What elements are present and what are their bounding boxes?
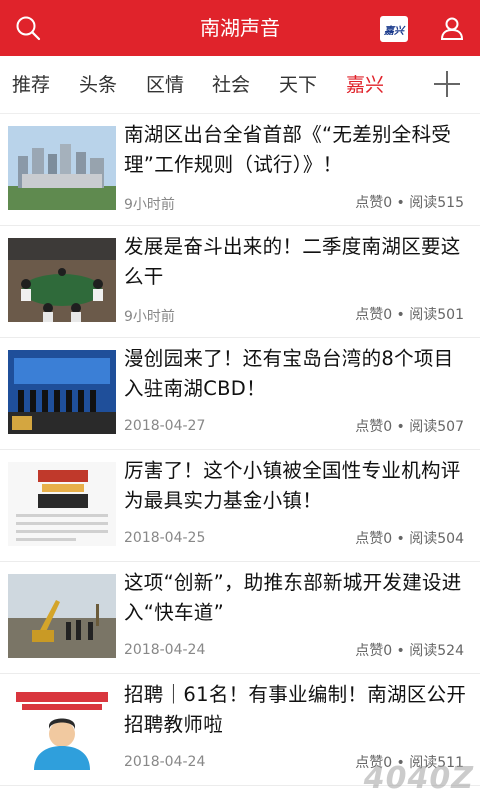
article-stats: 点赞0 • 阅读504 [355, 531, 464, 547]
article-item[interactable]: 发展是奋斗出来的！二季度南湖区要这么干 9小时前 点赞0 • 阅读501 [0, 226, 480, 338]
article-title: 南湖区出台全省首部《“无差别全科受理”工作规则（试行）》！ [124, 123, 452, 176]
tab-district[interactable]: 区情 [146, 56, 184, 114]
tab-society[interactable]: 社会 [212, 56, 250, 114]
article-title: 招聘｜61名！有事业编制！南湖区公开招聘教师啦 [124, 683, 467, 736]
article-stats: 点赞0 • 阅读501 [355, 307, 464, 323]
article-title: 这项“创新”，助推东部新城开发建设进入“快车道” [124, 571, 462, 624]
article-time: 2018-04-27 [124, 418, 206, 434]
article-title: 厉害了！这个小镇被全国性专业机构评为最具实力基金小镇！ [124, 459, 461, 512]
tab-headlines[interactable]: 头条 [79, 56, 117, 114]
article-stats: 点赞0 • 阅读507 [355, 419, 464, 435]
article-item[interactable]: 厉害了！这个小镇被全国性专业机构评为最具实力基金小镇！ 2018-04-25 点… [0, 450, 480, 562]
city-logo: 嘉兴 [384, 25, 404, 37]
article-time: 9小时前 [124, 197, 175, 213]
article-time: 9小时前 [124, 309, 175, 325]
profile-button[interactable] [436, 12, 468, 44]
article-thumbnail [8, 686, 116, 770]
tab-world[interactable]: 天下 [279, 56, 317, 114]
article-title: 发展是奋斗出来的！二季度南湖区要这么干 [124, 235, 461, 288]
article-thumbnail [8, 126, 116, 210]
article-time: 2018-04-24 [124, 754, 206, 770]
article-title: 漫创园来了！还有宝岛台湾的8个项目入驻南湖CBD！ [124, 347, 454, 400]
article-stats: 点赞0 • 阅读524 [355, 643, 464, 659]
add-tab-icon[interactable] [432, 69, 462, 99]
article-thumbnail [8, 462, 116, 546]
article-thumbnail [8, 574, 116, 658]
city-logo-button[interactable]: 嘉兴 [380, 16, 408, 42]
app-title: 南湖声音 [200, 16, 280, 40]
article-stats: 点赞0 • 阅读515 [355, 195, 464, 211]
article-item[interactable]: 这项“创新”，助推东部新城开发建设进入“快车道” 2018-04-24 点赞0 … [0, 562, 480, 674]
article-item[interactable]: 漫创园来了！还有宝岛台湾的8个项目入驻南湖CBD！ 2018-04-27 点赞0… [0, 338, 480, 450]
article-time: 2018-04-25 [124, 530, 206, 546]
tab-recommend[interactable]: 推荐 [12, 56, 50, 114]
article-item[interactable]: 南湖区出台全省首部《“无差别全科受理”工作规则（试行）》！ 9小时前 点赞0 •… [0, 114, 480, 226]
user-icon [440, 17, 464, 40]
tab-jiaxing[interactable]: 嘉兴 [346, 56, 384, 114]
article-thumbnail [8, 238, 116, 322]
article-time: 2018-04-24 [124, 642, 206, 658]
site-watermark: 4040Z [363, 761, 474, 796]
top-bar: 南湖声音 嘉兴 [0, 0, 480, 56]
article-thumbnail [8, 350, 116, 434]
category-tabs: 推荐 头条 区情 社会 天下 嘉兴 [0, 56, 480, 114]
